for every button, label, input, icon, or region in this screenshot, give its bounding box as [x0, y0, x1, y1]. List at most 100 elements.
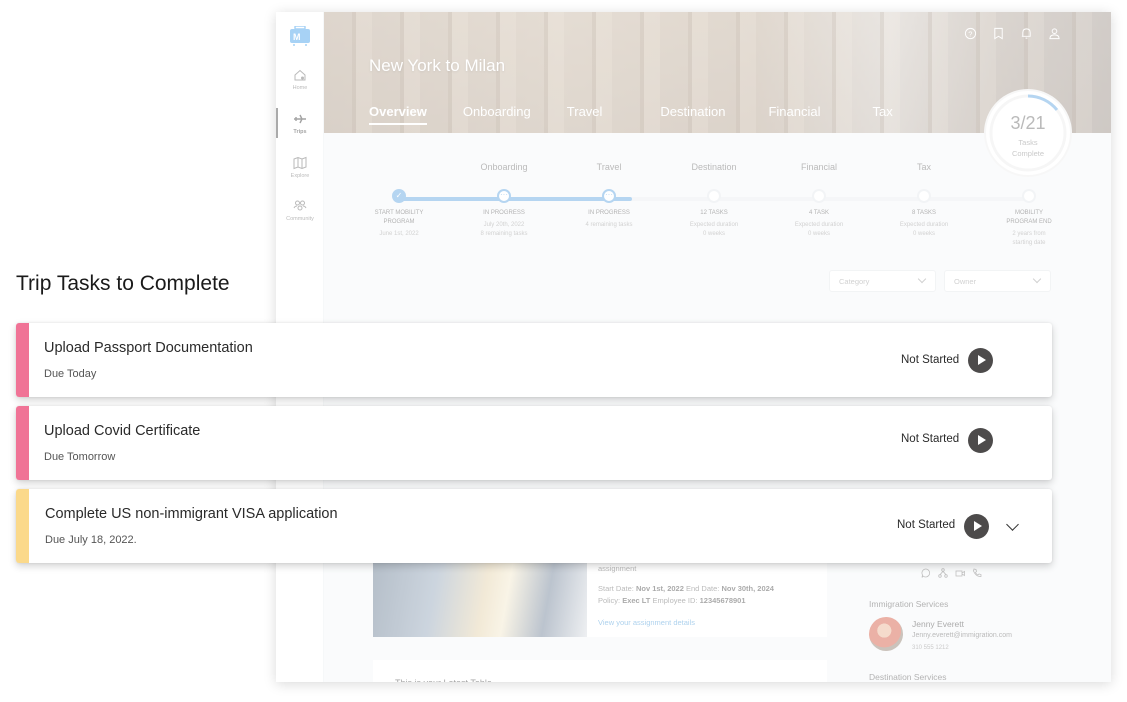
chat-icon[interactable]: [921, 568, 931, 578]
timeline-subtext: Expected duration 0 weeks: [869, 221, 979, 239]
end-date-label: End Date:: [686, 584, 720, 593]
timeline-node: ✓: [392, 189, 406, 203]
tab-travel[interactable]: Travel: [567, 104, 603, 125]
svg-text:M: M: [293, 32, 301, 42]
sidebar-item-explore[interactable]: Explore: [276, 156, 324, 179]
svg-text:?: ?: [968, 29, 972, 38]
task-card[interactable]: Upload Covid Certificate Due Tomorrow No…: [16, 406, 1052, 480]
timeline-subtext-line2: 0 weeks: [702, 231, 725, 237]
timeline-node: [812, 189, 826, 203]
task-due-date: Due Tomorrow: [44, 451, 116, 463]
timeline-step[interactable]: Tax 8 TASKS Expected duration 0 weeks: [869, 162, 979, 239]
task-title: Upload Passport Documentation: [44, 340, 253, 356]
phone-icon[interactable]: [972, 568, 982, 578]
chevron-down-icon: [1032, 274, 1042, 284]
start-task-button[interactable]: [964, 514, 989, 539]
timeline-stage-label: Onboarding: [480, 162, 528, 172]
community-icon: [293, 200, 307, 211]
sidebar-item-trips[interactable]: Trips: [276, 108, 324, 138]
timeline-subtext-line1: June 1st, 2022: [379, 231, 419, 237]
tab-destination[interactable]: Destination: [660, 104, 725, 125]
luggage-logo-icon: M: [290, 26, 310, 46]
help-icon[interactable]: ?: [964, 27, 977, 40]
assignment-details: assignment Start Date: Nov 1st, 2022 End…: [598, 563, 774, 607]
notification-bell-icon[interactable]: [1020, 27, 1033, 40]
task-card[interactable]: Upload Passport Documentation Due Today …: [16, 323, 1052, 397]
timeline-subtext-line2: 0 weeks: [807, 231, 830, 237]
contact-phone: 310 555 1212: [912, 645, 949, 651]
task-card[interactable]: Complete US non-immigrant VISA applicati…: [16, 489, 1052, 563]
sidebar-item-home[interactable]: Home: [276, 68, 324, 91]
timeline-subtext: June 1st, 2022: [344, 230, 454, 239]
task-status: Not Started: [901, 354, 960, 366]
task-title: Upload Covid Certificate: [44, 423, 201, 439]
tab-tax[interactable]: Tax: [873, 104, 893, 125]
task-filters: Category Owner: [829, 270, 1051, 292]
user-profile-icon[interactable]: [1048, 27, 1061, 40]
owner-filter-select[interactable]: Owner: [944, 270, 1051, 292]
timeline-subtext-line2: starting date: [1012, 240, 1046, 246]
timeline-subtext-line1: Expected duration: [689, 222, 739, 228]
task-title: Complete US non-immigrant VISA applicati…: [45, 506, 338, 522]
mobility-timeline: ✓ START MOBILITY PROGRAM June 1st, 2022 Onb…: [324, 162, 1111, 272]
timeline-status: 8 TASKS: [911, 210, 937, 216]
owner-filter-placeholder: Owner: [954, 277, 977, 286]
timeline-subtext-line1: 2 years from: [1012, 231, 1046, 237]
tasks-label: Tasks Complete: [986, 137, 1070, 159]
tab-onboarding[interactable]: Onboarding: [463, 104, 531, 125]
priority-bar: [16, 406, 29, 480]
sidebar-item-label: Trips: [293, 129, 307, 135]
timeline-step[interactable]: Travel ··· IN PROGRESS 4 remaining tasks: [554, 162, 664, 230]
video-call-icon[interactable]: [955, 568, 965, 578]
timeline-subtext-line2: 8 remaining tasks: [480, 231, 528, 237]
start-date-label: Start Date:: [598, 584, 634, 593]
destination-services-title: Destination Services: [869, 672, 947, 682]
timeline-step[interactable]: Onboarding ··· IN PROGRESS July 20th, 2022 8…: [449, 162, 559, 239]
sidebar-item-label: Home: [292, 85, 308, 91]
sidebar-item-label: Explore: [290, 173, 310, 179]
start-date-value: Nov 1st, 2022: [635, 584, 684, 593]
map-icon: [293, 156, 307, 170]
tab-financial[interactable]: Financial: [768, 104, 820, 125]
sidebar-item-community[interactable]: Community: [276, 199, 324, 222]
timeline-step[interactable]: ✓ START MOBILITY PROGRAM June 1st, 2022: [344, 162, 454, 239]
tab-overview[interactable]: Overview: [369, 104, 427, 125]
chevron-down-icon[interactable]: [1006, 518, 1019, 531]
start-task-button[interactable]: [968, 428, 993, 453]
timeline-stage-label: Financial: [800, 162, 838, 172]
timeline-step[interactable]: Financial 4 TASK Expected duration 0 weeks: [764, 162, 874, 239]
timeline-node: ···: [497, 189, 511, 203]
latest-table-title: This is your Latest Table: [395, 678, 492, 682]
org-chart-icon[interactable]: [938, 568, 948, 578]
view-assignment-link[interactable]: View your assignment details: [598, 618, 695, 627]
timeline-subtext: July 20th, 2022 8 remaining tasks: [449, 221, 559, 239]
timeline-node: [707, 189, 721, 203]
timeline-stage-label: Tax: [916, 162, 931, 172]
checkmark-icon: ✓: [395, 191, 403, 200]
policy-label: Policy:: [598, 596, 621, 605]
timeline-node: [1022, 189, 1036, 203]
latest-table-card: This is your Latest Table: [373, 660, 827, 682]
timeline-subtext-line1: Expected duration: [899, 222, 949, 228]
tasks-count: 3/21: [1010, 113, 1046, 133]
tasks-label-line1: Tasks: [1018, 138, 1038, 147]
in-progress-icon: ···: [500, 190, 508, 199]
tasks-complete-ring: 3/21 Tasks Complete: [986, 91, 1070, 175]
timeline-status: 4 TASK: [808, 210, 830, 216]
category-filter-select[interactable]: Category: [829, 270, 936, 292]
timeline-step[interactable]: Destination 12 TASKS Expected duration 0 we…: [659, 162, 769, 239]
timeline-status: IN PROGRESS: [588, 210, 630, 216]
employee-id-value: 12345678901: [699, 596, 746, 605]
sidebar-item-label: Community: [286, 216, 314, 222]
home-icon: [294, 69, 306, 81]
timeline-subtext-line1: Expected duration: [794, 222, 844, 228]
bookmark-icon[interactable]: [992, 27, 1005, 40]
employee-id-label: Employee ID:: [652, 596, 698, 605]
in-progress-icon: ···: [605, 190, 613, 199]
avatar[interactable]: [869, 617, 903, 651]
contact-email[interactable]: Jenny.everett@immigration.com: [912, 632, 1012, 639]
timeline-stage-label: Destination: [691, 162, 737, 172]
timeline-node: ···: [602, 189, 616, 203]
tasks-label-line2: Complete: [1011, 149, 1045, 158]
start-task-button[interactable]: [968, 348, 993, 373]
